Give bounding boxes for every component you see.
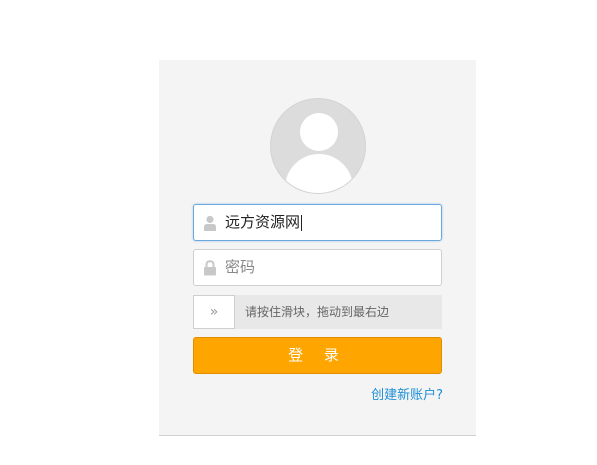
slider-hint: 请按住滑块，拖动到最右边: [245, 305, 390, 319]
username-value: 远方资源网: [225, 213, 301, 231]
double-chevron-right-icon: »: [209, 304, 219, 320]
username-field[interactable]: 远方资源网: [193, 204, 442, 241]
password-field[interactable]: 密码: [193, 249, 442, 286]
slider-handle[interactable]: »: [193, 295, 235, 329]
login-button[interactable]: 登 录: [193, 337, 442, 374]
text-caret: [301, 214, 303, 231]
avatar-body: [285, 154, 353, 193]
user-icon: [204, 215, 216, 231]
avatar-head: [300, 113, 338, 151]
slide-verify: » 请按住滑块，拖动到最右边: [193, 295, 442, 329]
username-value-wrap: 远方资源网: [225, 205, 303, 240]
login-panel: 远方资源网 密码 » 请按住滑块，拖动到最右边 登 录 创建新账户?: [159, 60, 476, 436]
password-placeholder: 密码: [225, 258, 256, 276]
create-account-link[interactable]: 创建新账户?: [371, 384, 443, 403]
lock-icon: [204, 260, 216, 276]
avatar-icon: [270, 98, 366, 194]
